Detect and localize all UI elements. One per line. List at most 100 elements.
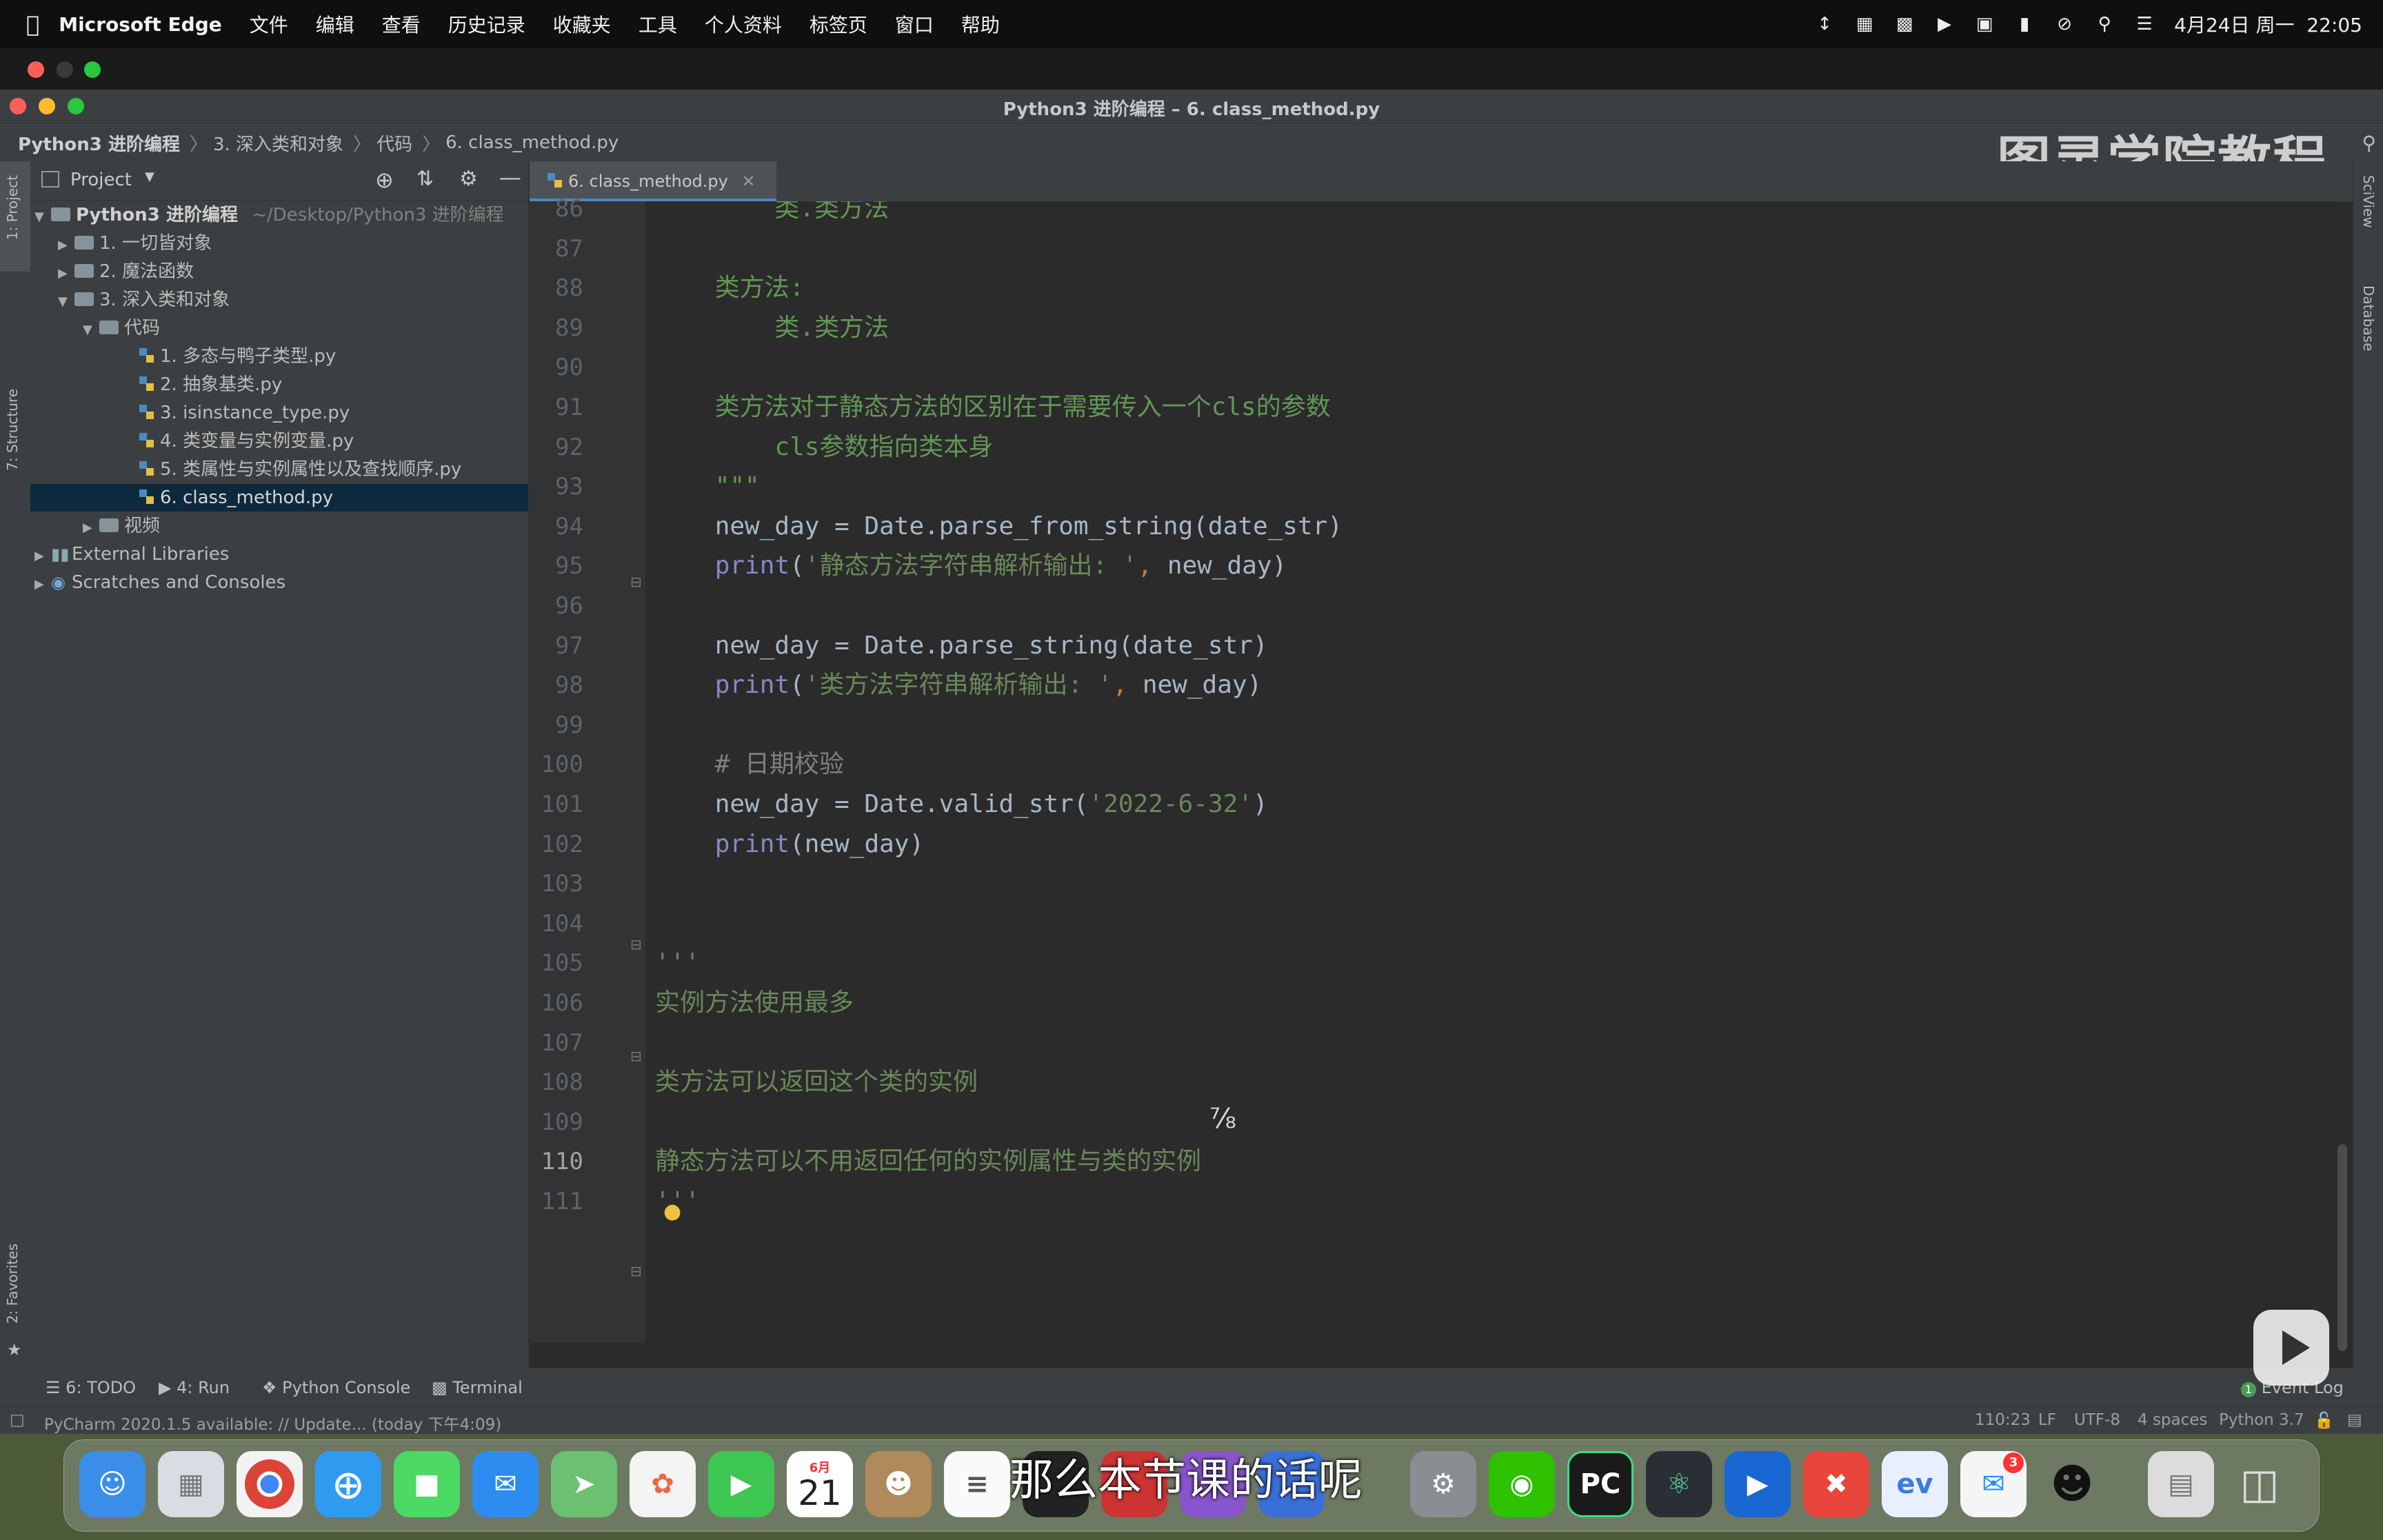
breadcrumb-subfolder[interactable]: 代码 bbox=[376, 130, 412, 156]
indent-setting[interactable]: 4 spaces bbox=[2138, 1411, 2207, 1429]
fold-marker-icon[interactable]: ⊟ bbox=[630, 574, 642, 590]
hide-panel-icon[interactable]: — bbox=[499, 164, 521, 190]
collapsed-arrow-icon[interactable]: ▶ bbox=[58, 260, 74, 287]
collapsed-arrow-icon[interactable]: ▶ bbox=[58, 232, 74, 259]
code-line[interactable]: """ bbox=[655, 467, 760, 507]
line-number[interactable]: 91 bbox=[530, 387, 583, 427]
maps-icon[interactable]: ➤ bbox=[551, 1451, 617, 1517]
safari-icon[interactable]: ⨁ bbox=[315, 1451, 381, 1517]
menu-tabs[interactable]: 标签页 bbox=[810, 10, 867, 38]
wechat-icon[interactable]: ◉ bbox=[1489, 1451, 1555, 1517]
menu-file[interactable]: 文件 bbox=[250, 10, 288, 38]
gear-icon[interactable]: ⚙ bbox=[459, 167, 478, 191]
line-number[interactable]: 111 bbox=[530, 1182, 583, 1222]
search-everywhere-icon[interactable]: ⚲ bbox=[2362, 132, 2376, 154]
downloads-folder-icon[interactable]: ▤ bbox=[2148, 1451, 2214, 1517]
play-circle-icon[interactable]: ▶ bbox=[1934, 14, 1955, 34]
code-line[interactable]: new_day = Date.parse_string(date_str) bbox=[655, 626, 1268, 666]
menu-edit[interactable]: 编辑 bbox=[316, 10, 354, 38]
contacts-icon[interactable]: ☻ bbox=[865, 1451, 932, 1517]
menu-window[interactable]: 窗口 bbox=[895, 10, 934, 38]
menu-app-name[interactable]: Microsoft Edge bbox=[59, 13, 222, 36]
code-line[interactable]: 实例方法使用最多 bbox=[655, 983, 854, 1023]
code-editor[interactable]: 类.类方法 类方法: 类.类方法 类方法对于静态方法的区别在于需要传入一个cls… bbox=[645, 201, 2339, 1343]
tree-root[interactable]: ▼ Python3 进阶编程 ~/Desktop/Python3 进阶编程 bbox=[30, 201, 528, 229]
line-number[interactable]: 105 bbox=[530, 943, 583, 983]
code-line[interactable]: new_day = Date.parse_from_string(date_st… bbox=[655, 507, 1343, 547]
expanded-arrow-icon[interactable]: ▼ bbox=[58, 288, 74, 316]
calendar-icon[interactable]: 6月 21 bbox=[787, 1451, 853, 1517]
control-center-icon[interactable]: ☰ bbox=[2134, 14, 2155, 34]
trash-icon[interactable]: ◫ bbox=[2226, 1451, 2293, 1517]
tree-folder-code[interactable]: ▼ 代码 bbox=[30, 314, 528, 342]
tool-tab-structure[interactable]: 7: Structure bbox=[4, 389, 21, 471]
battery-icon[interactable]: ▮ bbox=[2014, 14, 2035, 34]
search-icon[interactable]: ⚲ bbox=[2094, 14, 2115, 34]
ev-app-icon[interactable]: ev bbox=[1882, 1451, 1948, 1517]
line-number[interactable]: 99 bbox=[530, 705, 583, 745]
line-number[interactable]: 94 bbox=[530, 507, 583, 547]
close-window-icon[interactable] bbox=[28, 61, 44, 78]
locate-target-icon[interactable]: ⊕ bbox=[375, 167, 394, 193]
expanded-arrow-icon[interactable]: ▼ bbox=[83, 316, 99, 344]
tree-file-3[interactable]: 3. isinstance_type.py bbox=[30, 399, 528, 427]
line-number[interactable]: 90 bbox=[530, 347, 583, 387]
line-number[interactable]: 107 bbox=[530, 1023, 583, 1063]
tree-folder-video[interactable]: ▶ 视频 bbox=[30, 512, 528, 540]
tree-file-1[interactable]: 1. 多态与鸭子类型.py bbox=[30, 343, 528, 370]
qq-mail-icon[interactable]: ✉ 3 bbox=[1960, 1451, 2027, 1517]
menubar-datetime[interactable]: 4月24日 周一 22:05 bbox=[2174, 10, 2362, 38]
python-console-tool-button[interactable]: ❖ Python Console bbox=[262, 1378, 410, 1397]
collapsed-arrow-icon[interactable]: ▶ bbox=[34, 543, 51, 570]
line-number[interactable]: 96 bbox=[530, 586, 583, 626]
system-settings-icon[interactable]: ⚙ bbox=[1410, 1451, 1476, 1517]
editor-scrollbar[interactable] bbox=[2337, 1144, 2347, 1351]
code-line[interactable]: 类方法: bbox=[655, 268, 805, 308]
breadcrumb-project[interactable]: Python3 进阶编程 bbox=[18, 130, 180, 156]
lightbulb-icon[interactable]: ● bbox=[663, 1199, 681, 1224]
pycharm-icon[interactable]: PC bbox=[1567, 1451, 1633, 1517]
code-line[interactable]: 类.类方法 bbox=[655, 308, 889, 348]
tree-scratches[interactable]: ▶ ◉ Scratches and Consoles bbox=[30, 569, 528, 596]
fold-marker-icon[interactable]: ⊟ bbox=[630, 1048, 642, 1064]
finder-icon[interactable]: ☺ bbox=[79, 1451, 145, 1517]
code-line[interactable]: 静态方法可以不用返回任何的实例属性与类的实例 bbox=[655, 1142, 1201, 1182]
code-line[interactable]: print('类方法字符串解析输出: ', new_day) bbox=[655, 665, 1263, 705]
update-notification[interactable]: PyCharm 2020.1.5 available: // Update...… bbox=[44, 1411, 501, 1435]
tree-folder-2[interactable]: ▶ 2. 魔法函数 bbox=[30, 258, 528, 285]
line-number[interactable]: 110 bbox=[530, 1142, 583, 1182]
line-number[interactable]: 93 bbox=[530, 467, 583, 507]
code-line[interactable]: print('静态方法字符串解析输出: ', new_day) bbox=[655, 546, 1287, 586]
screen-icon[interactable]: ▩ bbox=[1894, 14, 1915, 34]
tree-folder-3[interactable]: ▼ 3. 深入类和对象 bbox=[30, 286, 528, 314]
tree-file-4[interactable]: 4. 类变量与实例变量.py bbox=[30, 427, 528, 455]
collapse-all-icon[interactable]: ⇅ bbox=[416, 167, 434, 191]
line-number[interactable]: 100 bbox=[530, 744, 583, 784]
tree-external-libraries[interactable]: ▶ ▮▮ External Libraries bbox=[30, 540, 528, 568]
atom-icon[interactable]: ⚛ bbox=[1646, 1451, 1712, 1517]
qq-icon[interactable]: ☻ bbox=[2039, 1451, 2105, 1517]
line-number[interactable]: 102 bbox=[530, 824, 583, 864]
code-line[interactable]: new_day = Date.valid_str('2022-6-32') bbox=[655, 784, 1268, 824]
line-number[interactable]: 87 bbox=[530, 229, 583, 269]
messages-icon[interactable]: ■ bbox=[394, 1451, 460, 1517]
chevron-down-icon[interactable]: ▼ bbox=[145, 170, 154, 184]
line-number[interactable]: 95 bbox=[530, 546, 583, 586]
minimize-window-icon[interactable] bbox=[57, 61, 73, 78]
line-number[interactable]: 97 bbox=[530, 626, 583, 666]
code-line[interactable]: print(new_day) bbox=[655, 824, 924, 864]
status-toggle-icon[interactable]: □ bbox=[10, 1411, 25, 1429]
facetime-icon[interactable]: ▶ bbox=[708, 1451, 774, 1517]
video-play-button[interactable] bbox=[2253, 1310, 2329, 1386]
collapsed-arrow-icon[interactable]: ▶ bbox=[83, 514, 99, 542]
todo-tool-button[interactable]: ☰ 6: TODO bbox=[46, 1378, 136, 1397]
python-interpreter[interactable]: Python 3.7 bbox=[2219, 1411, 2304, 1429]
file-encoding[interactable]: UTF-8 bbox=[2074, 1411, 2120, 1429]
fold-marker-icon[interactable]: ⊟ bbox=[630, 936, 642, 953]
code-line[interactable]: 类方法可以返回这个类的实例 bbox=[655, 1062, 978, 1102]
sync-arrows-icon[interactable]: ↕ bbox=[1814, 14, 1835, 34]
menu-history[interactable]: 历史记录 bbox=[448, 10, 525, 38]
memory-indicator-icon[interactable]: ▤ bbox=[2347, 1411, 2362, 1429]
fold-marker-icon[interactable]: ⊟ bbox=[630, 1263, 642, 1279]
line-number[interactable]: 89 bbox=[530, 308, 583, 348]
